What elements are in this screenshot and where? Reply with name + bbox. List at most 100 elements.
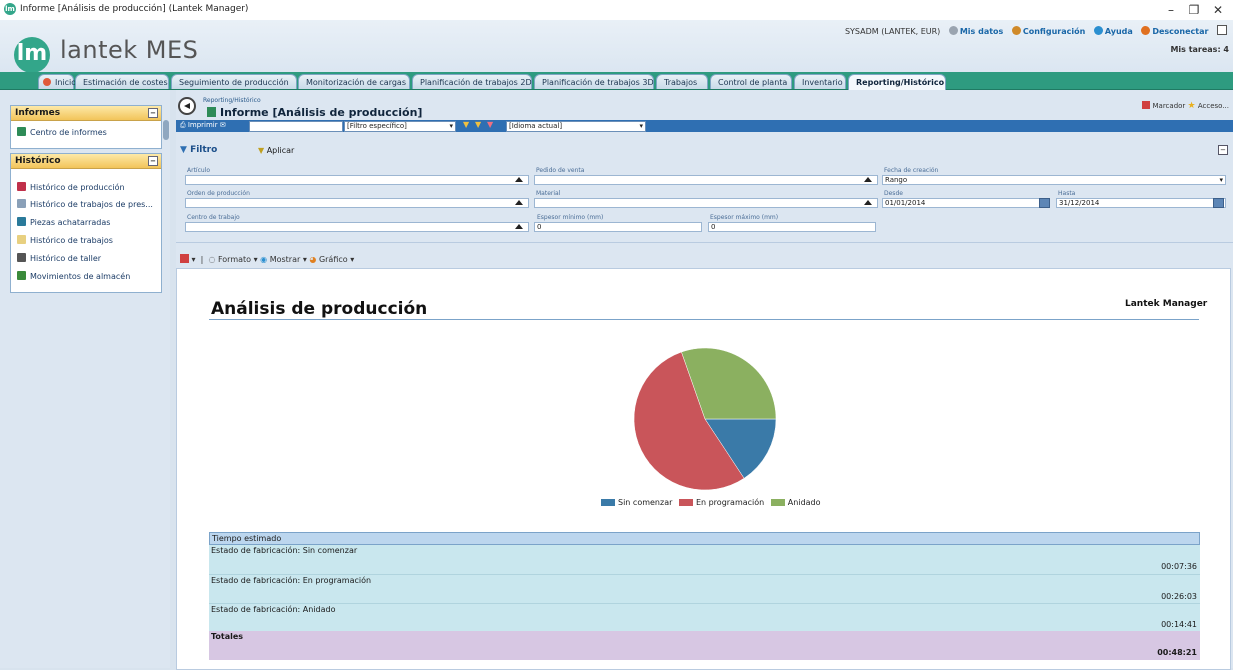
sidebar-item-label: Piezas achatarradas bbox=[30, 218, 111, 227]
chevron-down-icon: ▾ bbox=[449, 122, 453, 130]
filter-select[interactable]: [Filtro específico] ▾ bbox=[344, 121, 456, 132]
title-divider bbox=[209, 319, 1199, 320]
window-title-bar: lm Informe [Análisis de producción] (Lan… bbox=[0, 0, 1233, 21]
report-brand: Lantek Manager bbox=[1125, 299, 1208, 309]
legend-swatch-sin-comenzar bbox=[601, 499, 615, 506]
calendar-icon[interactable] bbox=[1213, 198, 1224, 208]
sidebar-item-centro-de-informes[interactable]: Centro de informes bbox=[17, 127, 107, 137]
language-select[interactable]: [Idioma actual] ▾ bbox=[506, 121, 646, 132]
articulo-field[interactable] bbox=[185, 175, 529, 185]
apply-filter-button[interactable]: ▼ Aplicar bbox=[258, 146, 294, 155]
collapse-historico-icon[interactable]: − bbox=[148, 156, 158, 166]
filter-clear-icon[interactable]: ▼ bbox=[487, 120, 493, 129]
back-button[interactable] bbox=[178, 97, 196, 115]
tab-control-de-planta[interactable]: Control de planta bbox=[710, 74, 792, 89]
desconectar-link[interactable]: Desconectar bbox=[1152, 27, 1208, 36]
historico-header[interactable]: Histórico − bbox=[11, 154, 161, 169]
centro-field[interactable] bbox=[185, 222, 529, 232]
pedido-picker-icon[interactable] bbox=[864, 177, 872, 182]
sidebar-item-historico-trabajos[interactable]: Histórico de trabajos bbox=[17, 235, 113, 245]
row-value: 00:07:36 bbox=[1161, 562, 1197, 571]
calendar-icon[interactable] bbox=[1039, 198, 1050, 208]
material-field[interactable] bbox=[534, 198, 878, 208]
grafico-menu[interactable]: ◕ Gráfico ▾ bbox=[309, 255, 354, 264]
close-button[interactable]: ✕ bbox=[1204, 2, 1232, 18]
apply-label: Aplicar bbox=[266, 146, 295, 155]
pedido-field[interactable] bbox=[534, 175, 878, 185]
tasks-label[interactable]: Mis tareas: 4 bbox=[1170, 45, 1229, 54]
articulo-picker-icon[interactable] bbox=[515, 177, 523, 182]
sidebar-item-historico-taller[interactable]: Histórico de taller bbox=[17, 253, 101, 263]
legend-label-sin-comenzar: Sin comenzar bbox=[618, 498, 673, 507]
table-row: Estado de fabricación: Sin comenzar 00:0… bbox=[209, 545, 1200, 574]
sidebar-item-historico-produccion[interactable]: Histórico de producción bbox=[17, 182, 125, 192]
total-value: 00:48:21 bbox=[1157, 648, 1197, 657]
tab-inventario[interactable]: Inventario bbox=[794, 74, 846, 89]
desde-field[interactable]: 01/01/2014 bbox=[882, 198, 1050, 208]
espesor-min-label: Espesor mínimo (mm) bbox=[537, 214, 604, 221]
marcador-link[interactable]: Marcador bbox=[1153, 102, 1186, 110]
export-icon[interactable] bbox=[180, 254, 189, 263]
print-button[interactable]: ⎙ Imprimir ✉ bbox=[180, 121, 226, 130]
search-input[interactable] bbox=[249, 121, 343, 132]
legend-label-en-programacion: En programación bbox=[695, 498, 765, 507]
informes-panel: Informes − Centro de informes bbox=[10, 105, 162, 149]
row-label: Estado de fabricación: En programación bbox=[211, 576, 372, 585]
ayuda-link[interactable]: Ayuda bbox=[1105, 27, 1133, 36]
hasta-field[interactable]: 31/12/2014 bbox=[1056, 198, 1226, 208]
filter-icon[interactable]: ▼ bbox=[463, 120, 469, 129]
tab-estimacion-de-costes[interactable]: Estimación de costes bbox=[75, 74, 169, 89]
filter-add-icon[interactable]: ▼ bbox=[475, 120, 481, 129]
tab-planificacion-2d[interactable]: Planificación de trabajos 2D bbox=[412, 74, 532, 89]
tab-reporting-historico[interactable]: Reporting/Histórico bbox=[848, 74, 946, 90]
espesor-max-field[interactable]: 0 bbox=[708, 222, 876, 232]
chevron-down-icon: ▾ bbox=[1219, 176, 1223, 184]
tab-planificacion-3d[interactable]: Planificación de trabajos 3D bbox=[534, 74, 654, 89]
tab-trabajos[interactable]: Trabajos bbox=[656, 74, 708, 89]
warehouse-icon bbox=[17, 271, 26, 280]
user-label: SYSADM (LANTEK, EUR) bbox=[844, 27, 941, 36]
sidebar-item-movimientos-almacen[interactable]: Movimientos de almacén bbox=[17, 271, 130, 281]
report-icon bbox=[17, 127, 26, 136]
tab-seguimiento-de-produccion[interactable]: Seguimiento de producción bbox=[171, 74, 297, 89]
espesor-min-field[interactable]: 0 bbox=[534, 222, 702, 232]
sidebar-item-historico-trabajos-pres[interactable]: Histórico de trabajos de pres... bbox=[17, 199, 153, 209]
filter-title[interactable]: ▼ Filtro bbox=[180, 145, 217, 155]
breadcrumb[interactable]: Reporting/Histórico bbox=[203, 97, 261, 104]
filter-select-value: [Filtro específico] bbox=[347, 122, 407, 130]
orden-field[interactable] bbox=[185, 198, 529, 208]
filter-icon: ▼ bbox=[180, 145, 187, 155]
header-expand-icon[interactable] bbox=[1217, 25, 1227, 35]
desde-label: Desde bbox=[884, 190, 903, 197]
user-bar: SYSADM (LANTEK, EUR) Mis datos Configura… bbox=[845, 25, 1227, 36]
bookmark-area: Marcador ★ Acceso... bbox=[1142, 101, 1229, 111]
formato-label: Formato bbox=[217, 255, 252, 264]
orden-picker-icon[interactable] bbox=[515, 200, 523, 205]
wrench-icon bbox=[1011, 26, 1021, 35]
row-value: 00:26:03 bbox=[1161, 592, 1197, 601]
configuracion-link[interactable]: Configuración bbox=[1023, 27, 1085, 36]
material-label: Material bbox=[536, 190, 561, 197]
centro-picker-icon[interactable] bbox=[515, 224, 523, 229]
acceso-link[interactable]: Acceso... bbox=[1198, 102, 1229, 110]
tab-monitorizacion-de-cargas[interactable]: Monitorización de cargas bbox=[298, 74, 410, 89]
collapse-informes-icon[interactable]: − bbox=[148, 108, 158, 118]
mis-datos-link[interactable]: Mis datos bbox=[960, 27, 1003, 36]
formato-menu[interactable]: ◌ Formato ▾ bbox=[208, 255, 257, 264]
fecha-creacion-select[interactable]: Rango ▾ bbox=[882, 175, 1226, 185]
espesor-max-label: Espesor máximo (mm) bbox=[710, 214, 779, 221]
page-title: Informe [Análisis de producción] bbox=[220, 106, 423, 119]
format-icon: ◌ bbox=[208, 255, 216, 264]
tab-inicio[interactable]: Inicio bbox=[38, 74, 76, 89]
sidebar-item-piezas-achatarradas[interactable]: Piezas achatarradas bbox=[17, 217, 110, 227]
total-label: Totales bbox=[211, 632, 244, 641]
material-picker-icon[interactable] bbox=[864, 200, 872, 205]
window-title: Informe [Análisis de producción] (Lantek… bbox=[20, 4, 249, 14]
search-icon[interactable]: ⌕ bbox=[323, 120, 327, 130]
informes-title: Informes bbox=[15, 108, 61, 118]
historico-title: Histórico bbox=[15, 156, 61, 166]
informes-header[interactable]: Informes − bbox=[11, 106, 161, 121]
mostrar-menu[interactable]: ◉ Mostrar ▾ bbox=[260, 255, 307, 264]
filter-collapse-icon[interactable]: − bbox=[1218, 145, 1228, 155]
sidebar-collapse-handle[interactable] bbox=[163, 120, 169, 140]
